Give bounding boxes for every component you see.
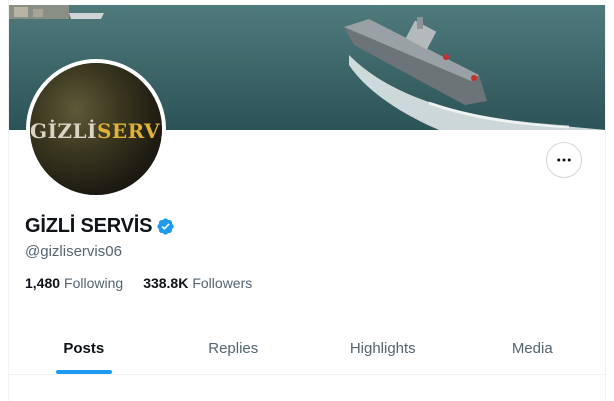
more-options-button[interactable]	[546, 142, 582, 178]
tab-highlights[interactable]: Highlights	[308, 322, 458, 374]
active-tab-indicator	[55, 370, 112, 374]
logo-text-part2: SERVİS	[96, 119, 162, 143]
avatar-logo: GİZLİSERVİS	[30, 119, 162, 143]
followers-count: 338.8K	[143, 275, 189, 291]
tab-highlights-label: Highlights	[349, 339, 416, 357]
profile-tabs: Posts Replies Highlights Media	[9, 322, 606, 375]
tab-media[interactable]: Media	[458, 322, 606, 374]
tab-posts-label: Posts	[63, 339, 105, 357]
profile-avatar[interactable]: GİZLİSERVİS	[26, 59, 166, 199]
more-horizontal-icon	[557, 158, 571, 162]
name-row: GİZLİ SERVİS	[25, 215, 175, 238]
tab-posts[interactable]: Posts	[9, 322, 159, 374]
display-name: GİZLİ SERVİS	[25, 215, 153, 237]
followers-label: Followers	[192, 275, 253, 291]
tab-media-label: Media	[511, 339, 553, 357]
logo-text-part1: GİZLİ	[30, 119, 97, 143]
tab-replies[interactable]: Replies	[159, 322, 309, 374]
profile-handle: @gizliservis06	[25, 243, 122, 260]
following-count: 1,480	[25, 275, 61, 291]
followers-stat[interactable]: 338.8K Followers	[143, 275, 252, 291]
profile-stats: 1,480 Following 338.8K Followers	[25, 275, 272, 291]
following-label: Following	[64, 275, 124, 291]
profile-frame: GİZLİSERVİS GİZLİ SERVİS @gizliservis06 …	[8, 0, 606, 401]
following-stat[interactable]: 1,480 Following	[25, 275, 123, 291]
verified-badge-icon[interactable]	[156, 217, 175, 236]
tab-replies-label: Replies	[208, 339, 259, 357]
